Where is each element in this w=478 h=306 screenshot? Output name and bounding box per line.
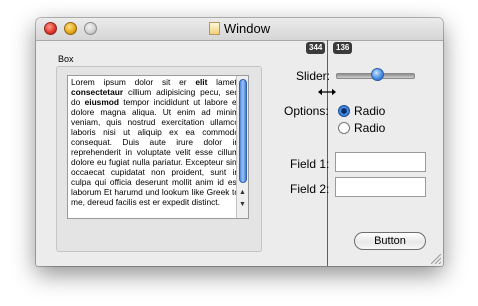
text-view[interactable]: Lorem ipsum dolor sit er elit lamet, con…: [67, 75, 249, 219]
slider-knob[interactable]: [371, 68, 385, 81]
text-run: lamet,: [207, 77, 239, 87]
options-label: Options:: [284, 104, 329, 118]
field2-input[interactable]: [335, 177, 426, 197]
text-run: Lorem ipsum dolor sit er: [71, 77, 196, 87]
measure-left-badge: 344: [306, 42, 326, 54]
text-view-content[interactable]: Lorem ipsum dolor sit er elit lamet, con…: [68, 76, 241, 207]
vertical-scrollbar[interactable]: ▲ ▼: [236, 76, 248, 218]
radio-button-1[interactable]: [338, 105, 350, 117]
field2-label: Field 2:: [290, 182, 330, 196]
measure-right-badge: 136: [333, 42, 353, 54]
bold-text-run: eiusmod: [84, 97, 120, 107]
radio-label-1[interactable]: Radio: [354, 104, 385, 118]
scroll-down-arrow-icon[interactable]: ▼: [239, 201, 246, 208]
resize-grip-icon[interactable]: [431, 254, 441, 264]
group-box: Lorem ipsum dolor sit er elit lamet, con…: [56, 66, 262, 252]
scroll-up-arrow-icon[interactable]: ▲: [239, 189, 246, 196]
field1-label: Field 1:: [290, 157, 330, 171]
field1-input[interactable]: [335, 152, 426, 172]
bold-text-run: elit: [195, 77, 208, 87]
document-icon: [208, 22, 220, 35]
radio-button-2[interactable]: [338, 122, 350, 134]
slider-label: Slider:: [296, 69, 331, 83]
box-label: Box: [58, 54, 74, 64]
window-title: Window: [223, 21, 271, 36]
bold-text-run: consectetaur: [71, 87, 124, 97]
text-run: tempor incididunt ut labore et dolore ma…: [71, 97, 239, 207]
window: Window Box Lorem ipsum dolor sit er elit…: [36, 18, 443, 266]
push-button[interactable]: Button: [354, 232, 426, 250]
resize-cursor-icon: [318, 88, 336, 96]
window-title-area: Window: [36, 21, 443, 36]
radio-label-2[interactable]: Radio: [354, 121, 385, 135]
title-bar[interactable]: Window: [36, 18, 443, 41]
scrollbar-thumb[interactable]: [239, 79, 247, 183]
